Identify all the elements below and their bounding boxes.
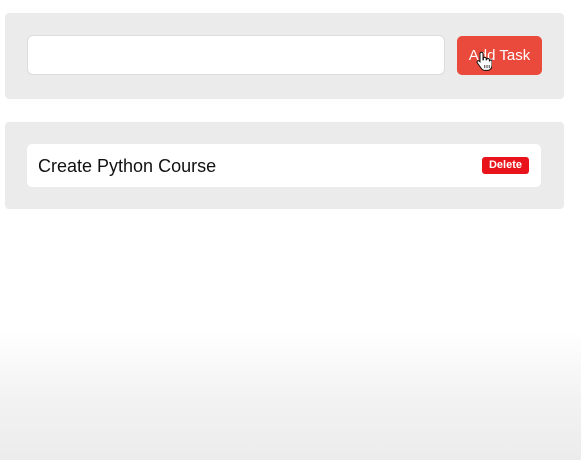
task-input[interactable] bbox=[27, 35, 445, 75]
task-list-item: Create Python Course Delete bbox=[27, 144, 541, 187]
delete-task-button[interactable]: Delete bbox=[482, 157, 529, 174]
background-gradient bbox=[0, 330, 581, 460]
task-input-panel: Add Task bbox=[5, 13, 564, 99]
task-title: Create Python Course bbox=[38, 156, 217, 176]
add-task-button[interactable]: Add Task bbox=[457, 36, 542, 75]
task-list-panel: Create Python Course Delete bbox=[5, 122, 564, 209]
